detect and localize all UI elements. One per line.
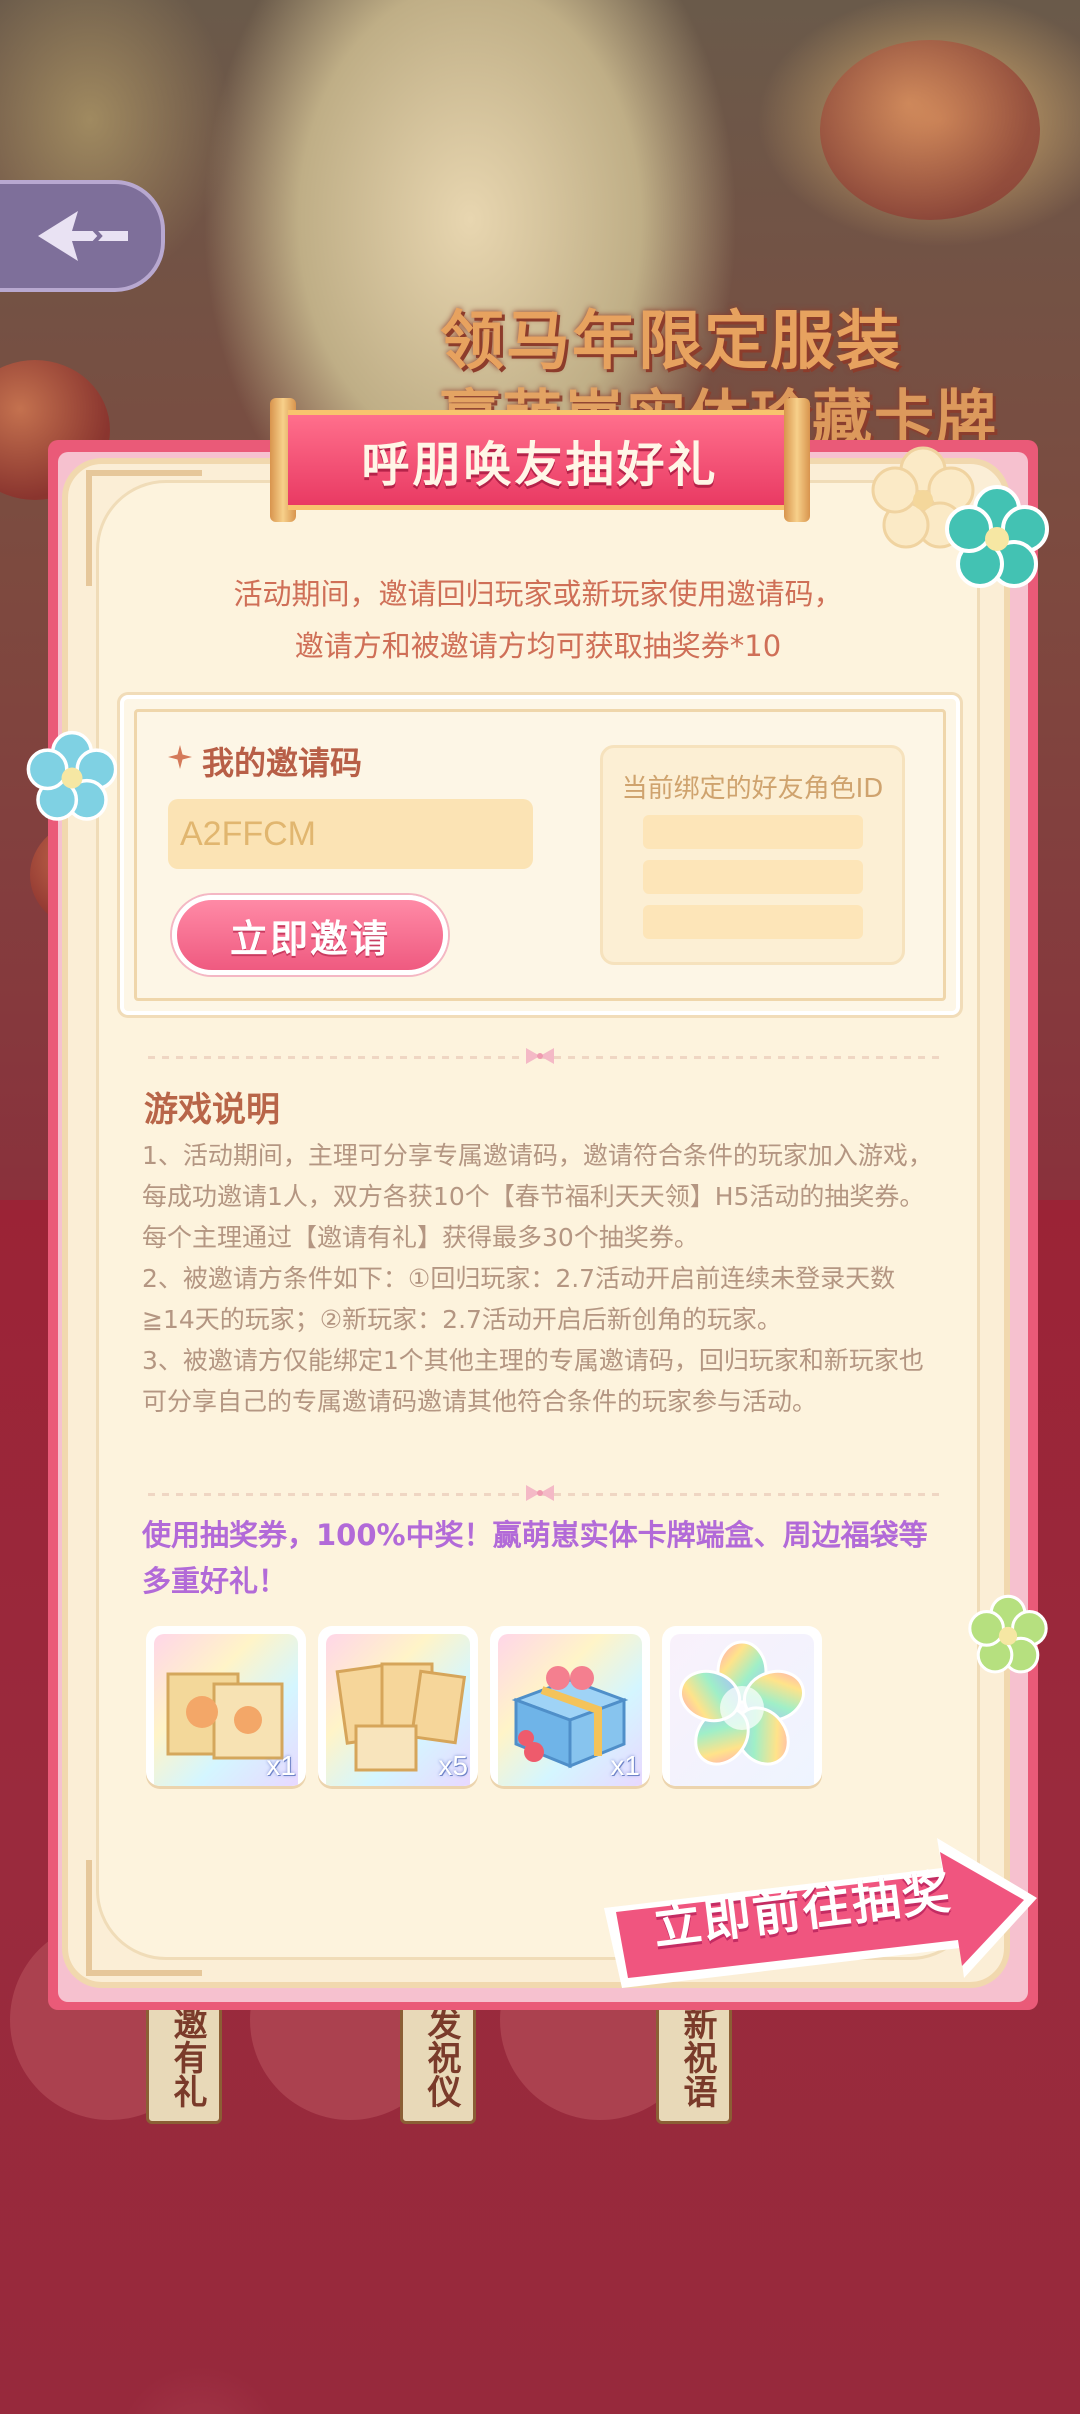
modal-title-banner: 呼朋唤友抽好礼	[288, 410, 792, 510]
rule-item: 1、活动期间，主理可分享专属邀请码，邀请符合条件的玩家加入游戏，每成功邀请1人，…	[142, 1141, 933, 1252]
bound-friend-slot	[643, 905, 863, 939]
rainbow-flower-icon	[679, 1640, 805, 1766]
rules-text: 1、活动期间，主理可分享专属邀请码，邀请符合条件的玩家加入游戏，每成功邀请1人，…	[142, 1135, 942, 1422]
tag-wish[interactable]: 新祝语	[656, 1990, 732, 2124]
intro-text: 活动期间，邀请回归玩家或新玩家使用邀请码， 邀请方和被邀请方均可获取抽奖券*10	[96, 568, 980, 672]
lantern-decor	[820, 40, 1040, 220]
bow-icon	[526, 1485, 554, 1501]
modal-title: 呼朋唤友抽好礼	[361, 437, 719, 493]
intro-line-1: 活动期间，邀请回归玩家或新玩家使用邀请码，	[233, 577, 843, 611]
invite-code-field[interactable]: A2FFCM	[168, 799, 533, 869]
bound-friends-label: 当前绑定的好友角色ID	[621, 774, 884, 804]
reward-rainbow-flower[interactable]	[662, 1626, 822, 1786]
flower-blue-icon	[26, 730, 118, 821]
rule-item: 2、被邀请方条件如下：①回归玩家：2.7活动开启前连续未登录天数≧14天的玩家；…	[142, 1264, 896, 1334]
tag-greeting[interactable]: 发祝仪	[400, 1990, 476, 2124]
rules-title: 游戏说明	[144, 1090, 280, 1130]
intro-line-2: 邀请方和被邀请方均可获取抽奖券*10	[294, 629, 782, 663]
reward-gift-box[interactable]: x1	[490, 1626, 650, 1786]
reward-image	[670, 1634, 814, 1786]
bow-icon	[526, 1048, 554, 1064]
prize-highlight: 使用抽奖券，100%中奖！赢萌崽实体卡牌端盒、周边福袋等多重好礼！	[142, 1518, 928, 1598]
scroll-roll-right	[784, 398, 810, 522]
invite-now-button[interactable]: 立即邀请	[172, 895, 448, 975]
corner-ornament	[86, 1860, 202, 1976]
my-invite-code-label: 我的邀请码	[202, 744, 363, 782]
reward-card-box[interactable]: x1	[146, 1626, 306, 1786]
reward-card-packs[interactable]: x5	[318, 1626, 478, 1786]
sparkle-icon	[168, 745, 192, 769]
back-button[interactable]	[0, 180, 165, 292]
reward-qty: x1	[266, 1750, 296, 1781]
reward-qty: x1	[610, 1750, 640, 1781]
banner-title: 领马年限定服装	[440, 305, 902, 379]
go-lottery-button[interactable]: 立即前往抽奖	[592, 1838, 1042, 1988]
bound-friend-slot	[643, 815, 863, 849]
rule-item: 3、被邀请方仅能绑定1个其他主理的专属邀请码，回归玩家和新玩家也可分享自己的专属…	[142, 1346, 924, 1416]
back-arrow-icon	[37, 211, 128, 261]
tag-invite[interactable]: 邀有礼	[146, 1990, 222, 2124]
bound-friend-slot	[643, 860, 863, 894]
modal-title-scroll: 呼朋唤友抽好礼	[270, 398, 810, 522]
reward-qty: x5	[438, 1750, 468, 1781]
flower-green-icon	[968, 1594, 1048, 1674]
